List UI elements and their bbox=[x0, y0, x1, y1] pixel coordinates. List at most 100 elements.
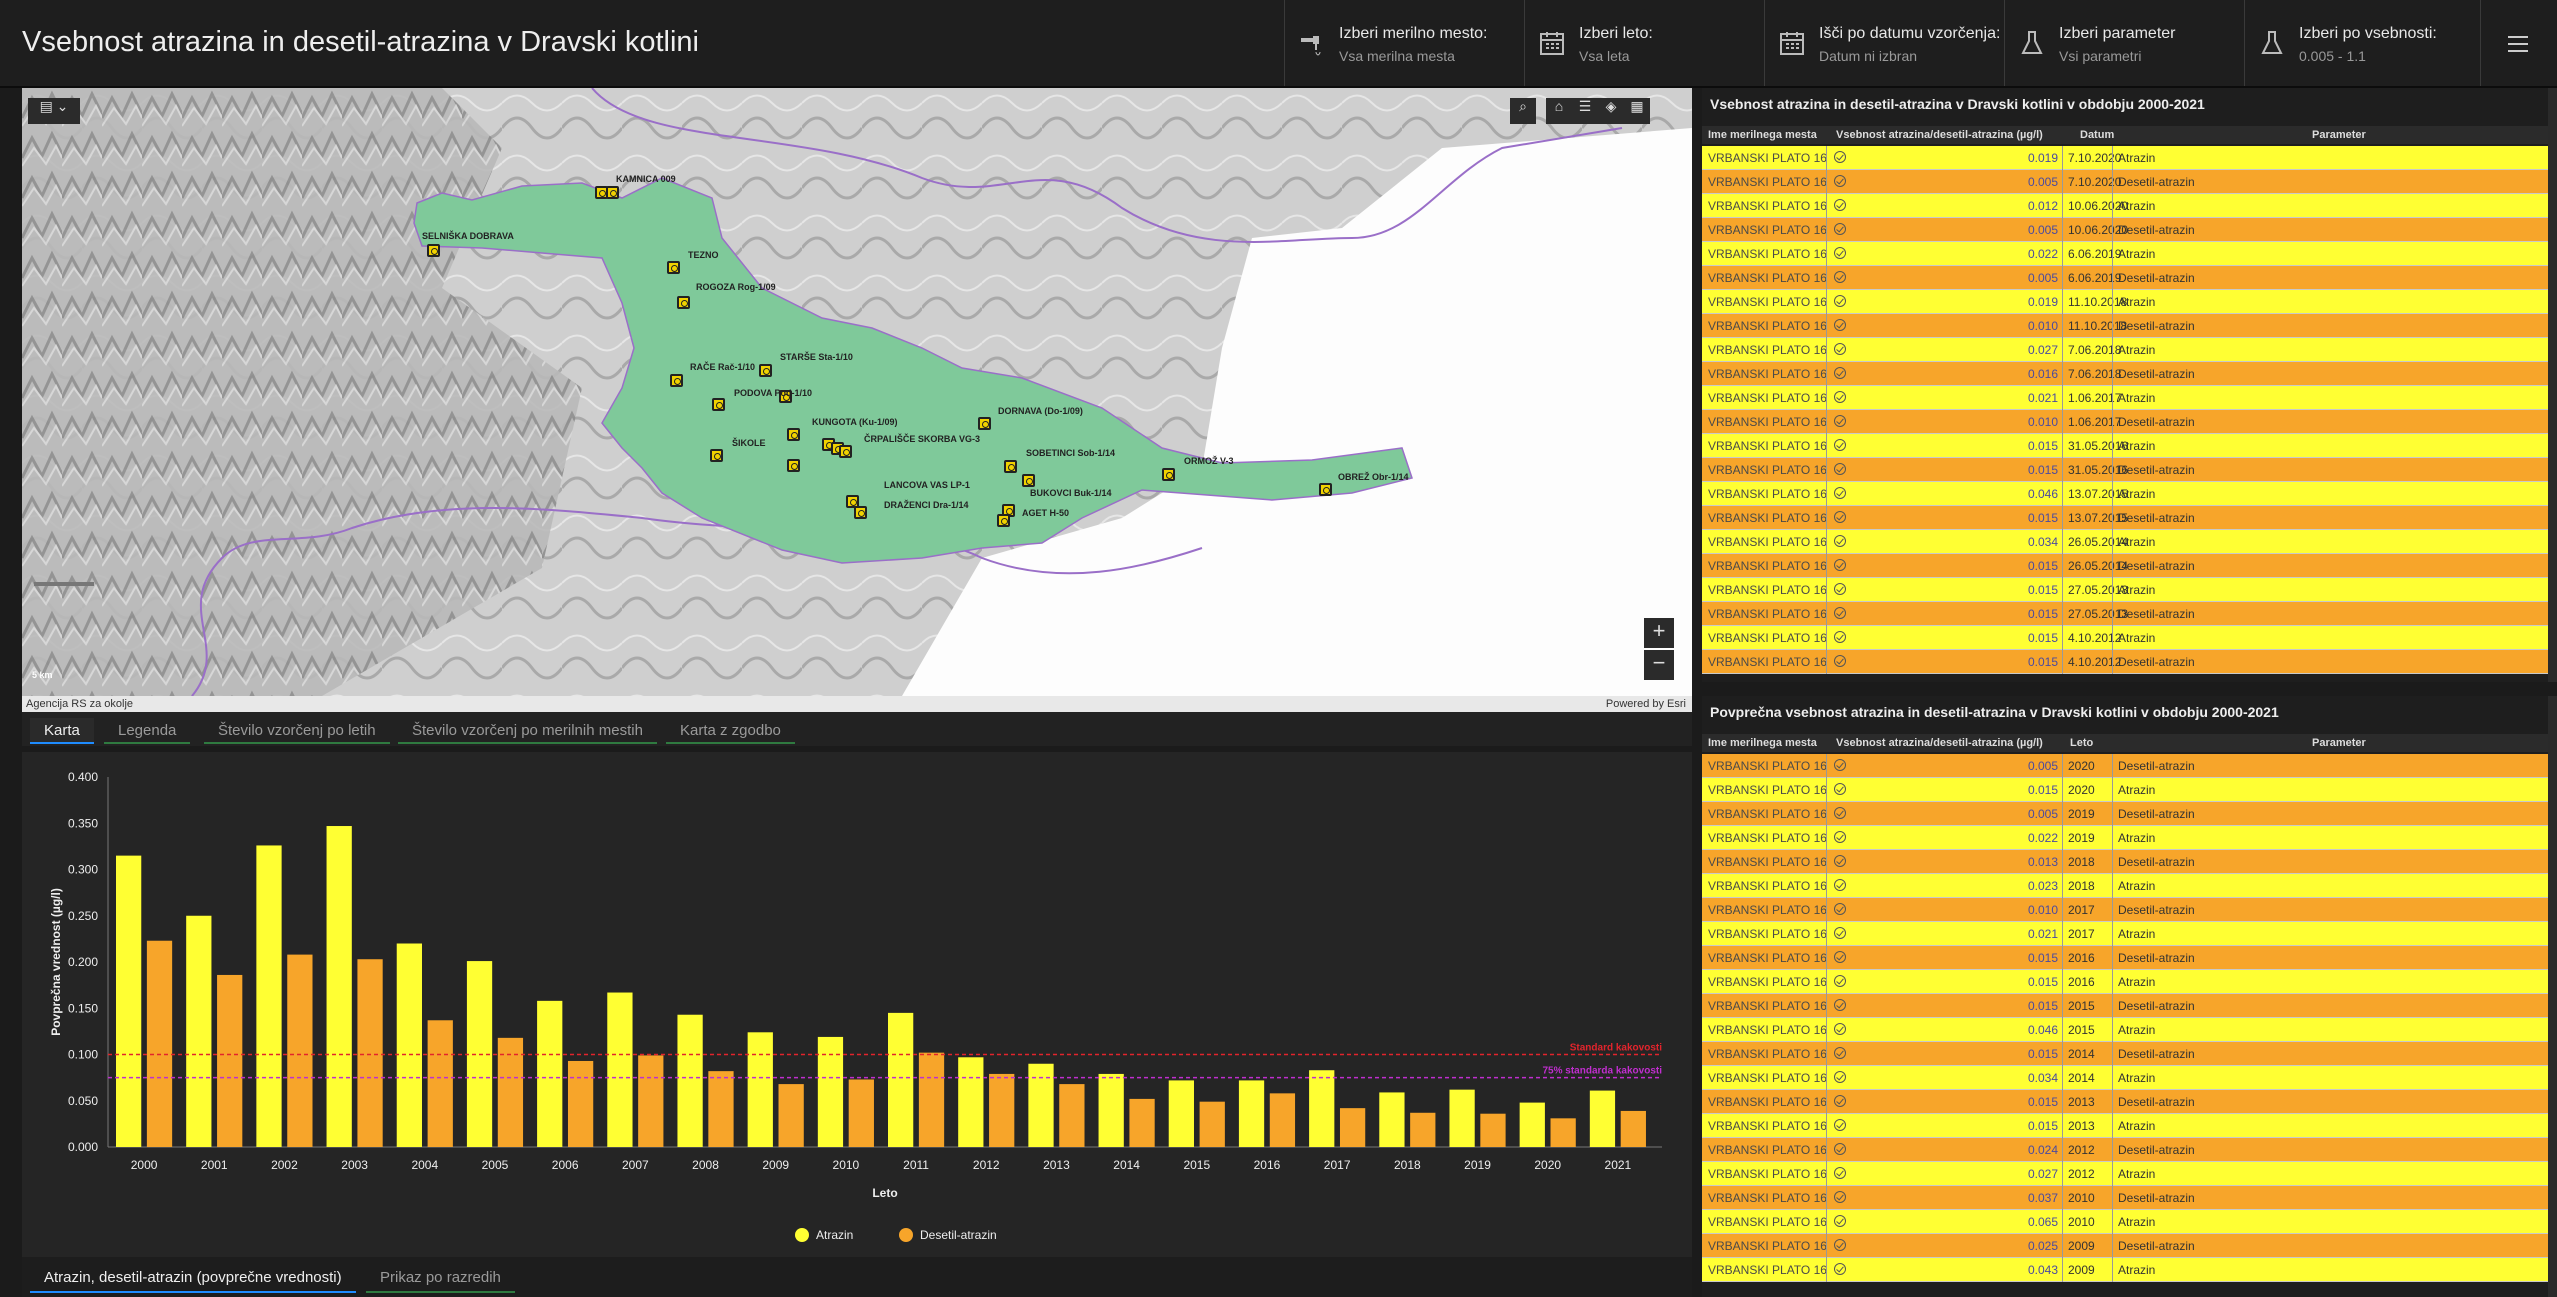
station-marker[interactable] bbox=[1004, 460, 1017, 473]
station-marker[interactable] bbox=[787, 459, 800, 472]
list-icon[interactable]: ☰ bbox=[1572, 98, 1598, 124]
layers-icon[interactable]: ◈ bbox=[1598, 98, 1624, 124]
station-marker[interactable] bbox=[787, 428, 800, 441]
table-row[interactable]: VRBANSKI PLATO 16 0.027 2012 Atrazin bbox=[1702, 1162, 2548, 1186]
table-row[interactable]: VRBANSKI PLATO 16 0.015 2016 Desetil-atrazi… bbox=[1702, 946, 2548, 970]
station-marker[interactable] bbox=[710, 449, 723, 462]
table-row[interactable]: VRBANSKI PLATO 16 0.005 6.06.2019 Desetil-a… bbox=[1702, 266, 2548, 290]
table-row[interactable]: VRBANSKI PLATO 16 0.015 27.05.2013 Atrazin bbox=[1702, 578, 2548, 602]
table-row[interactable]: VRBANSKI PLATO 16 0.022 6.06.2019 Atrazin bbox=[1702, 242, 2548, 266]
table-row[interactable]: VRBANSKI PLATO 16 0.013 2018 Desetil-atrazi… bbox=[1702, 850, 2548, 874]
table-row[interactable]: VRBANSKI PLATO 16 0.015 2015 Desetil-atrazi… bbox=[1702, 994, 2548, 1018]
search-icon[interactable]: ⌕ bbox=[1510, 98, 1536, 124]
station-marker[interactable] bbox=[1319, 483, 1332, 496]
scrollbar[interactable] bbox=[2548, 88, 2557, 682]
year-cell: 2019 bbox=[2068, 807, 2095, 821]
station-marker[interactable] bbox=[854, 506, 867, 519]
table-row[interactable]: VRBANSKI PLATO 16 0.034 26.05.2014 Atrazin bbox=[1702, 530, 2548, 554]
tab-vzorcenja-po-letih[interactable]: Število vzorčenj po letih bbox=[204, 718, 390, 744]
table-row[interactable]: VRBANSKI PLATO 16 0.015 2020 Atrazin bbox=[1702, 778, 2548, 802]
date-search[interactable]: Išči po datumu vzorčenja: Datum ni izbra… bbox=[1764, 0, 2005, 86]
table-row[interactable]: VRBANSKI PLATO 16 0.021 2017 Atrazin bbox=[1702, 922, 2548, 946]
table-row[interactable]: VRBANSKI PLATO 16 0.046 13.07.2015 Atrazin bbox=[1702, 482, 2548, 506]
tab-karta[interactable]: Karta bbox=[30, 718, 94, 744]
station-name-cell: VRBANSKI PLATO 16 bbox=[1708, 1263, 1827, 1277]
scrollbar[interactable] bbox=[2548, 696, 2557, 1297]
table-row[interactable]: VRBANSKI PLATO 16 0.005 2019 Desetil-atrazi… bbox=[1702, 802, 2548, 826]
table-row[interactable]: VRBANSKI PLATO 16 0.010 1.06.2017 Desetil-a… bbox=[1702, 410, 2548, 434]
column-header[interactable]: Ime merilnega mesta bbox=[1708, 129, 1817, 141]
table-row[interactable]: VRBANSKI PLATO 16 0.024 2012 Desetil-atrazi… bbox=[1702, 1138, 2548, 1162]
tab-prikaz-po-razredih[interactable]: Prikaz po razredih bbox=[366, 1263, 515, 1293]
zoom-in-button[interactable]: + bbox=[1644, 618, 1674, 648]
station-marker[interactable] bbox=[427, 244, 440, 257]
basemap-toggle-button[interactable]: ▤ ⌄ bbox=[28, 98, 80, 124]
table-row[interactable]: VRBANSKI PLATO 16 0.015 13.07.2015 Desetil-… bbox=[1702, 506, 2548, 530]
check-icon bbox=[1834, 1143, 1846, 1155]
table-row[interactable]: VRBANSKI PLATO 16 0.015 31.05.2016 Desetil-… bbox=[1702, 458, 2548, 482]
station-marker[interactable] bbox=[978, 417, 991, 430]
table-row[interactable]: VRBANSKI PLATO 16 0.027 7.06.2018 Atrazin bbox=[1702, 338, 2548, 362]
table-row[interactable]: VRBANSKI PLATO 16 0.005 7.10.2020 Desetil-a… bbox=[1702, 170, 2548, 194]
year-selector[interactable]: Izberi leto: Vsa leta bbox=[1524, 0, 1765, 86]
station-marker[interactable] bbox=[667, 261, 680, 274]
tab-povprecne-vrednosti[interactable]: Atrazin, desetil-atrazin (povprečne vred… bbox=[30, 1263, 356, 1293]
station-marker[interactable] bbox=[1022, 474, 1035, 487]
station-marker[interactable] bbox=[677, 296, 690, 309]
table-row[interactable]: VRBANSKI PLATO 16 0.012 10.06.2020 Atrazin bbox=[1702, 194, 2548, 218]
table-row[interactable]: VRBANSKI PLATO 16 0.005 10.06.2020 Desetil-… bbox=[1702, 218, 2548, 242]
column-header[interactable]: Parameter bbox=[2312, 737, 2366, 749]
table-row[interactable]: VRBANSKI PLATO 16 0.015 4.10.2012 Desetil-a… bbox=[1702, 650, 2548, 674]
parameter-selector[interactable]: Izberi parameter Vsi parametri bbox=[2004, 0, 2245, 86]
table-row[interactable]: VRBANSKI PLATO 16 0.015 31.05.2016 Atrazin bbox=[1702, 434, 2548, 458]
table-row[interactable]: VRBANSKI PLATO 16 0.016 7.06.2018 Desetil-a… bbox=[1702, 362, 2548, 386]
column-header[interactable]: Datum bbox=[2080, 129, 2114, 141]
table-row[interactable]: VRBANSKI PLATO 16 0.015 2016 Atrazin bbox=[1702, 970, 2548, 994]
station-marker[interactable] bbox=[839, 445, 852, 458]
home-icon[interactable]: ⌂ bbox=[1546, 98, 1572, 124]
station-marker[interactable] bbox=[712, 398, 725, 411]
table-row[interactable]: VRBANSKI PLATO 16 0.015 2013 Atrazin bbox=[1702, 1114, 2548, 1138]
station-marker[interactable] bbox=[759, 364, 772, 377]
station-marker[interactable] bbox=[997, 514, 1010, 527]
value-cell: 0.015 bbox=[2027, 439, 2058, 453]
table-row[interactable]: VRBANSKI PLATO 16 0.015 4.10.2012 Atrazin bbox=[1702, 626, 2548, 650]
zoom-out-button[interactable]: − bbox=[1644, 650, 1674, 680]
table-row[interactable]: VRBANSKI PLATO 16 0.043 2009 Atrazin bbox=[1702, 1258, 2548, 1282]
station-marker[interactable] bbox=[606, 186, 619, 199]
table-row[interactable]: VRBANSKI PLATO 16 0.037 2010 Desetil-atrazi… bbox=[1702, 1186, 2548, 1210]
table-row[interactable]: VRBANSKI PLATO 16 0.010 11.10.2018 Desetil-… bbox=[1702, 314, 2548, 338]
station-selector[interactable]: Izberi merilno mesto: Vsa merilna mesta bbox=[1284, 0, 1525, 86]
tab-vzorcenja-po-merilnih-mestih[interactable]: Število vzorčenj po merilnih mestih bbox=[398, 718, 657, 744]
column-header[interactable]: Leto bbox=[2070, 737, 2093, 749]
table-row[interactable]: VRBANSKI PLATO 16 0.019 7.10.2020 Atrazin bbox=[1702, 146, 2548, 170]
column-header[interactable]: Parameter bbox=[2312, 129, 2366, 141]
column-header[interactable]: Ime merilnega mesta bbox=[1708, 737, 1817, 749]
station-marker[interactable] bbox=[670, 374, 683, 387]
station-marker[interactable] bbox=[1162, 468, 1175, 481]
grid-icon[interactable]: ▦ bbox=[1624, 98, 1650, 124]
desetil-atrazin-bar bbox=[848, 1079, 874, 1147]
table-row[interactable]: VRBANSKI PLATO 16 0.015 2014 Desetil-atrazi… bbox=[1702, 1042, 2548, 1066]
menu-button[interactable] bbox=[2480, 0, 2557, 86]
table-row[interactable]: VRBANSKI PLATO 16 0.034 2014 Atrazin bbox=[1702, 1066, 2548, 1090]
table-row[interactable]: VRBANSKI PLATO 16 0.065 2010 Atrazin bbox=[1702, 1210, 2548, 1234]
tab-legenda[interactable]: Legenda bbox=[104, 718, 191, 744]
x-tick-label: 2019 bbox=[1464, 1158, 1491, 1172]
map-view[interactable]: ▤ ⌄ ⌕ ⌂ ☰ ◈ ▦ + − 5 km KAMNICA 009 SELNI… bbox=[22, 88, 1692, 696]
table-row[interactable]: VRBANSKI PLATO 16 0.015 27.05.2013 Desetil-… bbox=[1702, 602, 2548, 626]
table-row[interactable]: VRBANSKI PLATO 16 0.021 1.06.2017 Atrazin bbox=[1702, 386, 2548, 410]
table-row[interactable]: VRBANSKI PLATO 16 0.015 26.05.2014 Desetil-… bbox=[1702, 554, 2548, 578]
content-selector[interactable]: Izberi po vsebnosti: 0.005 - 1.1 bbox=[2244, 0, 2481, 86]
tab-karta-z-zgodbo[interactable]: Karta z zgodbo bbox=[666, 718, 795, 744]
table-row[interactable]: VRBANSKI PLATO 16 0.010 2017 Desetil-atrazi… bbox=[1702, 898, 2548, 922]
table-row[interactable]: VRBANSKI PLATO 16 0.019 11.10.2018 Atrazin bbox=[1702, 290, 2548, 314]
table-row[interactable]: VRBANSKI PLATO 16 0.015 2013 Desetil-atrazi… bbox=[1702, 1090, 2548, 1114]
table-row[interactable]: VRBANSKI PLATO 16 0.022 2019 Atrazin bbox=[1702, 826, 2548, 850]
table-row[interactable]: VRBANSKI PLATO 16 0.005 2020 Desetil-atrazi… bbox=[1702, 754, 2548, 778]
column-header[interactable]: Vsebnost atrazina/desetil-atrazina (µg/l… bbox=[1836, 737, 2043, 749]
column-header[interactable]: Vsebnost atrazina/desetil-atrazina (µg/l… bbox=[1836, 129, 2043, 141]
table-row[interactable]: VRBANSKI PLATO 16 0.025 2009 Desetil-atrazi… bbox=[1702, 1234, 2548, 1258]
table-row[interactable]: VRBANSKI PLATO 16 0.046 2015 Atrazin bbox=[1702, 1018, 2548, 1042]
table-row[interactable]: VRBANSKI PLATO 16 0.023 2018 Atrazin bbox=[1702, 874, 2548, 898]
